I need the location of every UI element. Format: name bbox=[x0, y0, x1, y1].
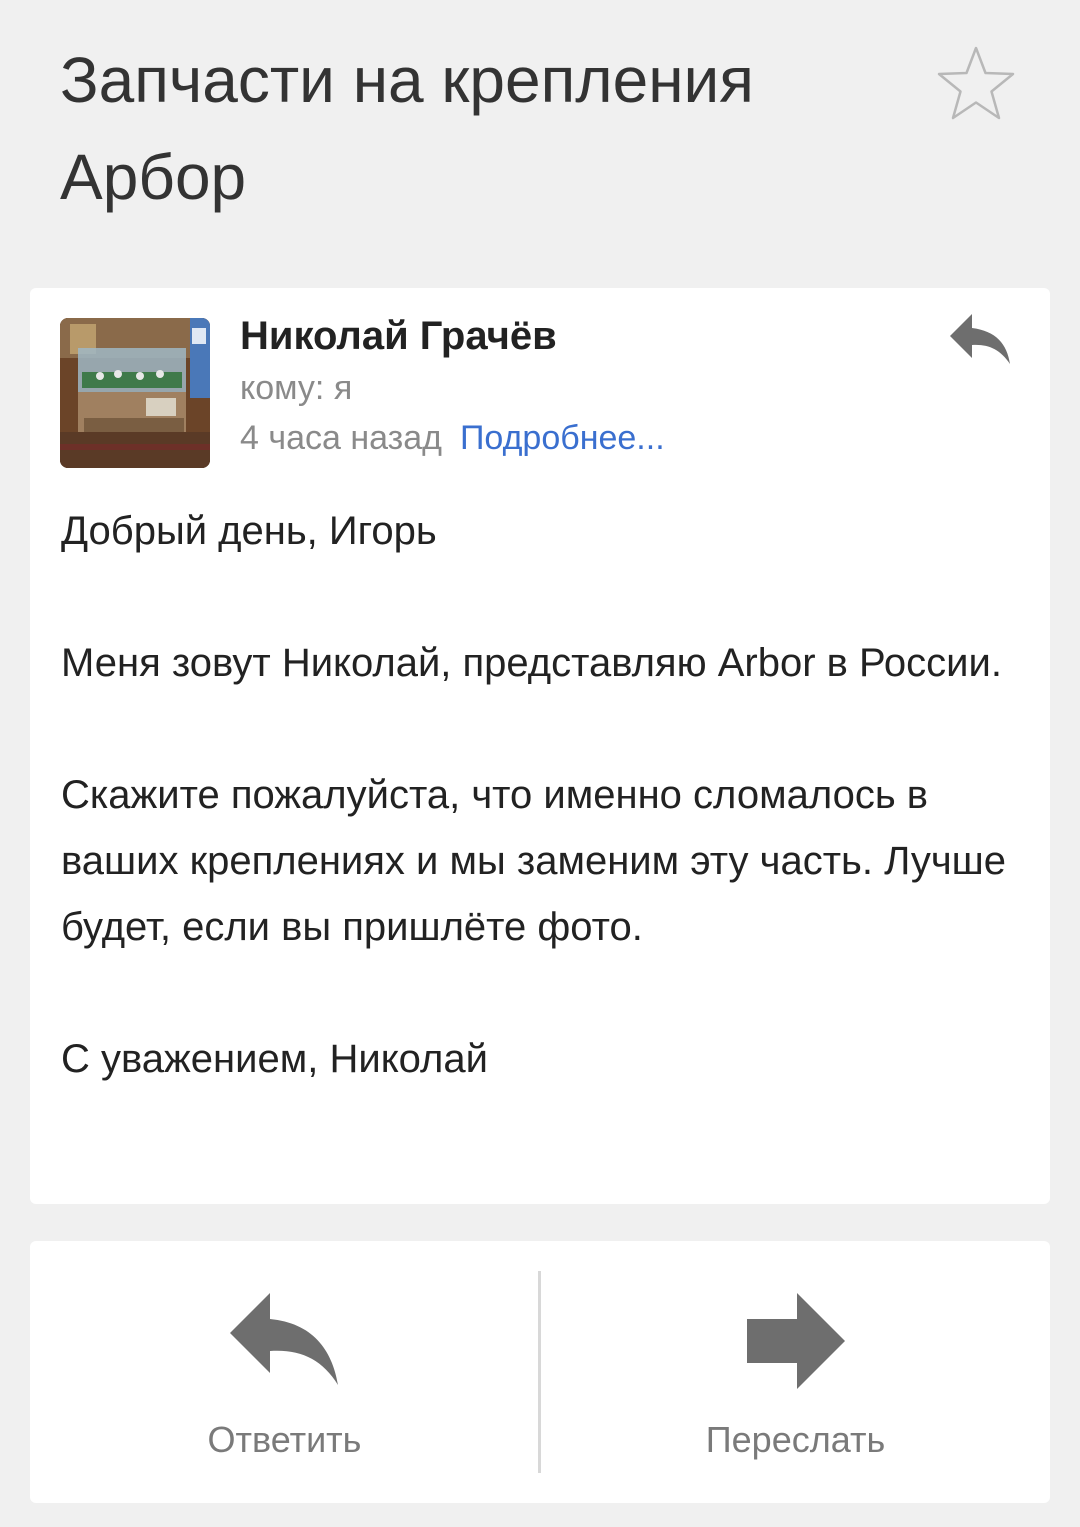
body-paragraph: Скажите пожалуйста, что именно сломалось… bbox=[61, 773, 1006, 949]
forward-button[interactable]: Переслать bbox=[541, 1241, 1050, 1503]
sender-name: Николай Грачёв bbox=[240, 314, 557, 358]
time-line: 4 часа назад Подробнее... bbox=[240, 414, 665, 462]
message-card: Николай Грачёв кому: я 4 часа назад Подро… bbox=[30, 288, 1050, 1204]
action-bar: Ответить Переслать bbox=[30, 1241, 1050, 1503]
star-icon[interactable] bbox=[936, 44, 1016, 120]
avatar-photo bbox=[60, 318, 210, 468]
reply-arrow-icon bbox=[230, 1293, 338, 1385]
forward-label: Переслать bbox=[705, 1419, 886, 1460]
reply-icon[interactable] bbox=[950, 314, 1014, 366]
message-body: Добрый день, Игорь Меня зовут Николай, п… bbox=[61, 498, 1021, 1092]
details-link[interactable]: Подробнее... bbox=[460, 419, 665, 457]
recipient-line: кому: я bbox=[240, 369, 353, 407]
email-subject: Запчасти на крепления Арбор bbox=[60, 44, 754, 213]
body-signature: С уважением, Николай bbox=[61, 1037, 488, 1081]
body-paragraph: Меня зовут Николай, представляю Arbor в … bbox=[61, 641, 1002, 685]
message-time: 4 часа назад bbox=[240, 419, 442, 457]
forward-arrow-icon bbox=[747, 1293, 845, 1389]
reply-label: Ответить bbox=[207, 1419, 362, 1460]
reply-button[interactable]: Ответить bbox=[30, 1241, 539, 1503]
sender-avatar[interactable] bbox=[60, 318, 210, 468]
subject-header: Запчасти на крепления Арбор bbox=[0, 0, 1080, 270]
body-greeting: Добрый день, Игорь bbox=[61, 509, 437, 553]
